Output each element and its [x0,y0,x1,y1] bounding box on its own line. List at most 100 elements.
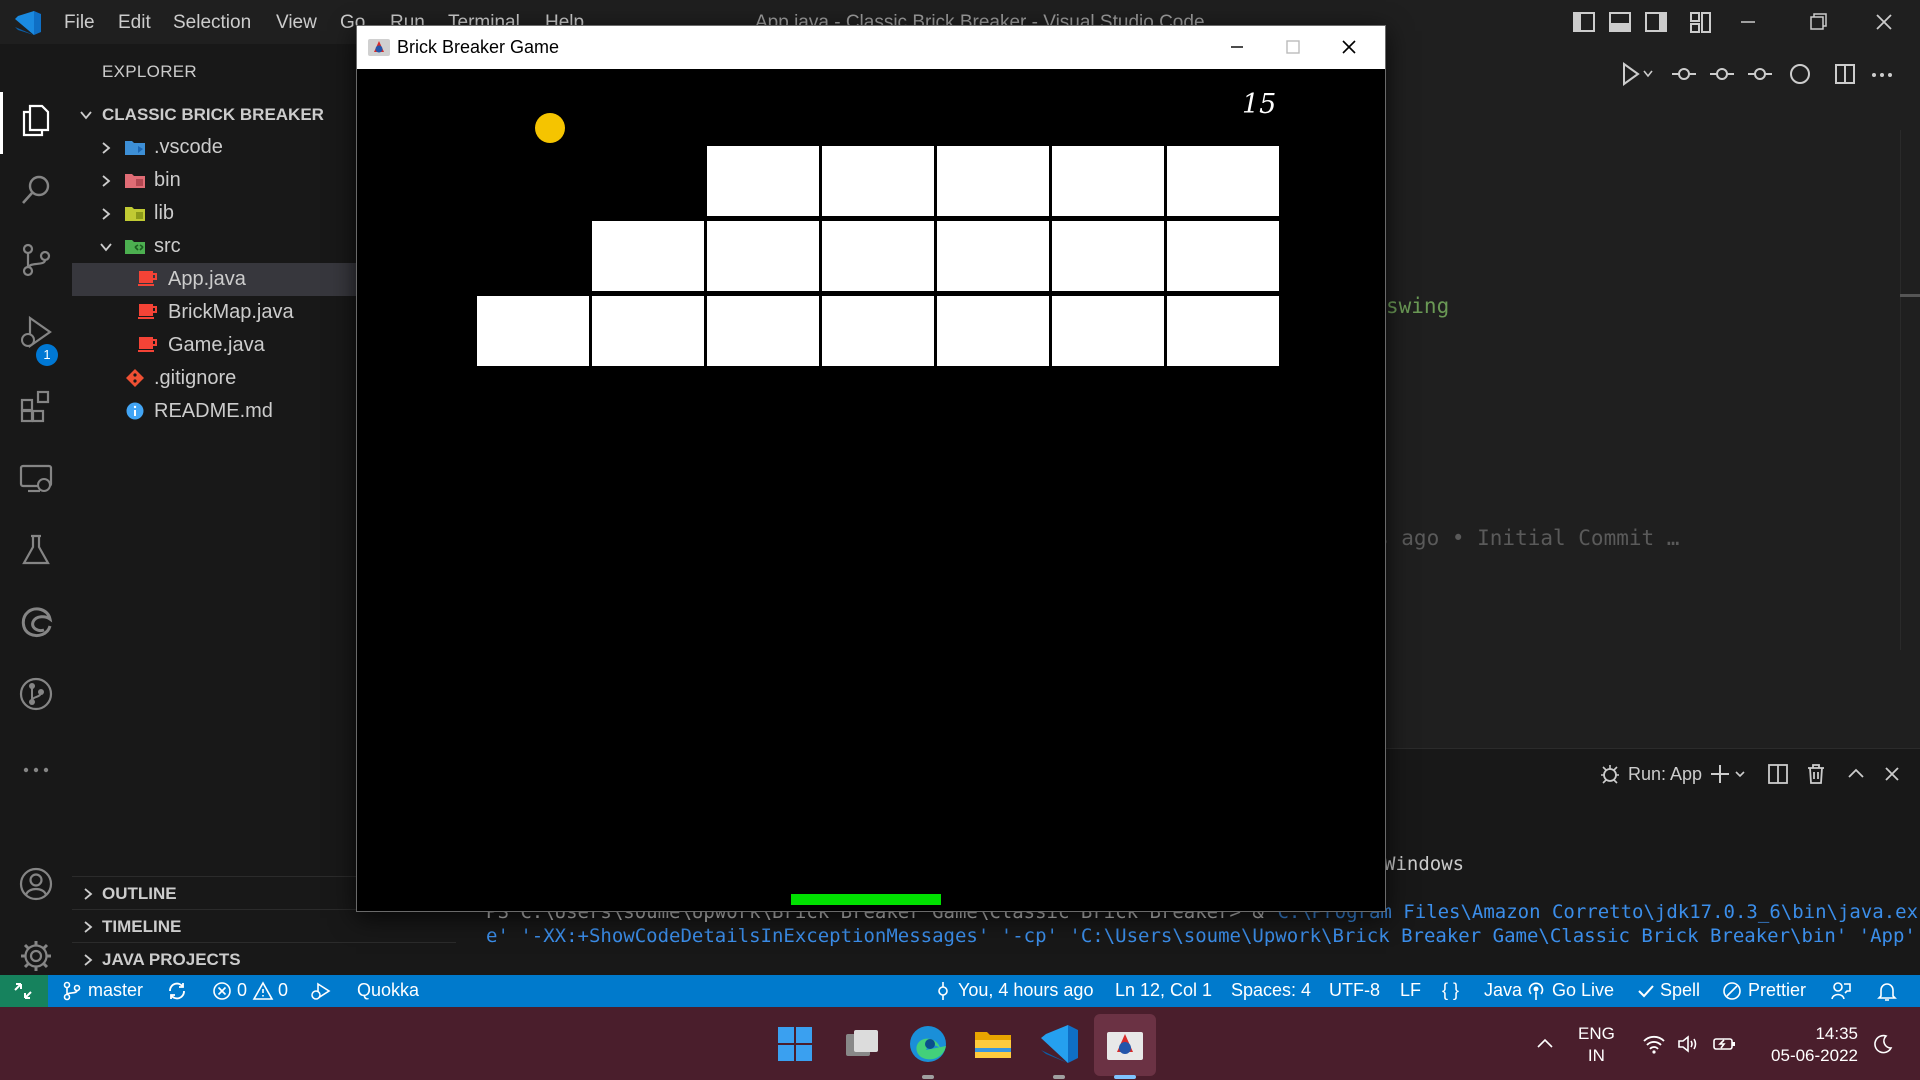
git-blame-status[interactable]: You, 4 hours ago [958,980,1093,1001]
java-app-icon[interactable] [1103,1022,1147,1066]
input-language[interactable]: ENG IN [1578,1023,1615,1067]
new-terminal-icon[interactable] [1710,762,1754,786]
encoding[interactable]: UTF-8 [1329,980,1380,1001]
cursor-position[interactable]: Ln 12, Col 1 [1115,980,1212,1001]
java-file-icon [138,271,157,286]
window-minimize-icon[interactable] [1732,8,1764,36]
error-count[interactable]: 0 [237,980,247,1001]
timeline-section[interactable]: TIMELINE [72,909,456,942]
do-not-disturb-icon[interactable] [1872,1033,1894,1055]
clock-time: 14:35 [1815,1024,1858,1043]
brick [707,146,819,216]
spell-check[interactable]: Spell [1660,980,1700,1001]
clock-date: 05-06-2022 [1771,1046,1858,1065]
maximize-panel-icon[interactable] [1844,762,1868,786]
braces-icon: { } [1442,980,1460,1000]
menu-selection[interactable]: Selection [173,12,251,34]
language-mode[interactable]: Java [1484,980,1522,1001]
testing-icon[interactable] [18,532,54,568]
trash-icon[interactable] [1804,762,1828,786]
java-projects-section[interactable]: JAVA PROJECTS [72,942,456,975]
menu-file[interactable]: File [64,12,95,34]
volume-icon[interactable] [1676,1033,1700,1055]
brick [592,221,704,291]
game-title: Brick Breaker Game [397,37,560,57]
brick [822,221,934,291]
edge-browser-icon[interactable] [906,1022,950,1066]
quokka-status[interactable]: Quokka [357,980,419,1001]
explorer-icon[interactable] [18,102,54,138]
code-fragment: swing [1386,294,1450,318]
accounts-icon[interactable] [18,866,54,902]
more-icon[interactable] [18,752,54,788]
tray-chevron-up-icon[interactable] [1534,1033,1556,1055]
debug-console-icon [1601,765,1619,784]
game-canvas[interactable]: 15 [357,69,1385,911]
check-icon [1638,985,1654,998]
file-explorer-icon[interactable] [971,1022,1015,1066]
info-file-icon [126,402,144,420]
toggle-secondary-sidebar-icon[interactable] [1640,8,1672,36]
toggle-panel-icon[interactable] [1604,8,1636,36]
clock[interactable]: 14:35 05-06-2022 [1758,1023,1858,1067]
brick [937,221,1049,291]
go-live-button[interactable]: Go Live [1552,980,1614,1001]
menu-edit[interactable]: Edit [118,12,151,34]
lang-line1: ENG [1578,1024,1615,1043]
brick [707,221,819,291]
bin-folder-icon [125,174,145,188]
split-terminal-icon[interactable] [1766,762,1790,786]
debug-run-icon[interactable] [310,981,332,1001]
feedback-icon[interactable] [1830,980,1852,1002]
activity-bar: 1 [0,44,72,975]
workspace-root-label: CLASSIC BRICK BREAKER [102,105,324,124]
brick [1167,296,1279,366]
settings-gear-icon[interactable] [18,938,54,974]
remote-indicator[interactable] [0,975,48,1007]
prettier-status[interactable]: Prettier [1748,980,1806,1001]
indentation[interactable]: Spaces: 4 [1231,980,1311,1001]
customize-layout-icon[interactable] [1684,8,1716,36]
tree-label: README.md [154,400,273,422]
task-view-icon[interactable] [840,1022,884,1066]
brick [937,146,1049,216]
window-close-icon[interactable] [1868,8,1900,36]
end-of-line[interactable]: LF [1400,980,1421,1001]
tree-label: .vscode [154,136,223,158]
vscode-taskbar-icon[interactable] [1037,1022,1081,1066]
git-branch[interactable]: master [88,980,143,1001]
brick [592,296,704,366]
edge-devtools-icon[interactable] [18,604,54,640]
sync-icon[interactable] [166,981,188,1001]
window-restore-icon[interactable] [1802,8,1834,36]
game-maximize-icon [1286,40,1300,54]
split-editor-and-more-icon[interactable] [1834,62,1904,88]
lib-folder-icon [125,207,145,221]
section-label: JAVA PROJECTS [102,950,241,969]
git-graph-icon[interactable] [18,676,54,712]
search-icon[interactable] [18,172,54,208]
windows-start-icon[interactable] [773,1022,817,1066]
run-app-label[interactable]: Run: App [1628,764,1702,785]
warning-count[interactable]: 0 [278,980,288,1001]
brick [937,296,1049,366]
close-panel-icon[interactable] [1880,762,1904,786]
wifi-icon[interactable] [1642,1033,1666,1055]
tree-label: Game.java [168,334,265,356]
source-control-icon[interactable] [18,242,54,278]
editor-scrollbar[interactable] [1900,130,1920,650]
game-close-icon[interactable] [1321,26,1377,69]
remote-explorer-icon[interactable] [18,460,54,496]
game-titlebar[interactable]: Brick Breaker Game [357,26,1385,69]
tree-label: App.java [168,268,246,290]
tree-label: bin [154,169,181,191]
notifications-bell-icon[interactable] [1876,980,1898,1002]
battery-charging-icon[interactable] [1712,1033,1738,1055]
tree-label: BrickMap.java [168,301,294,323]
menu-view[interactable]: View [276,12,317,34]
extensions-icon[interactable] [18,388,54,424]
toggle-sidebar-icon[interactable] [1568,8,1600,36]
prettier-disabled-icon [1723,982,1741,1000]
section-label: OUTLINE [102,884,177,903]
game-minimize-icon[interactable] [1209,26,1265,69]
